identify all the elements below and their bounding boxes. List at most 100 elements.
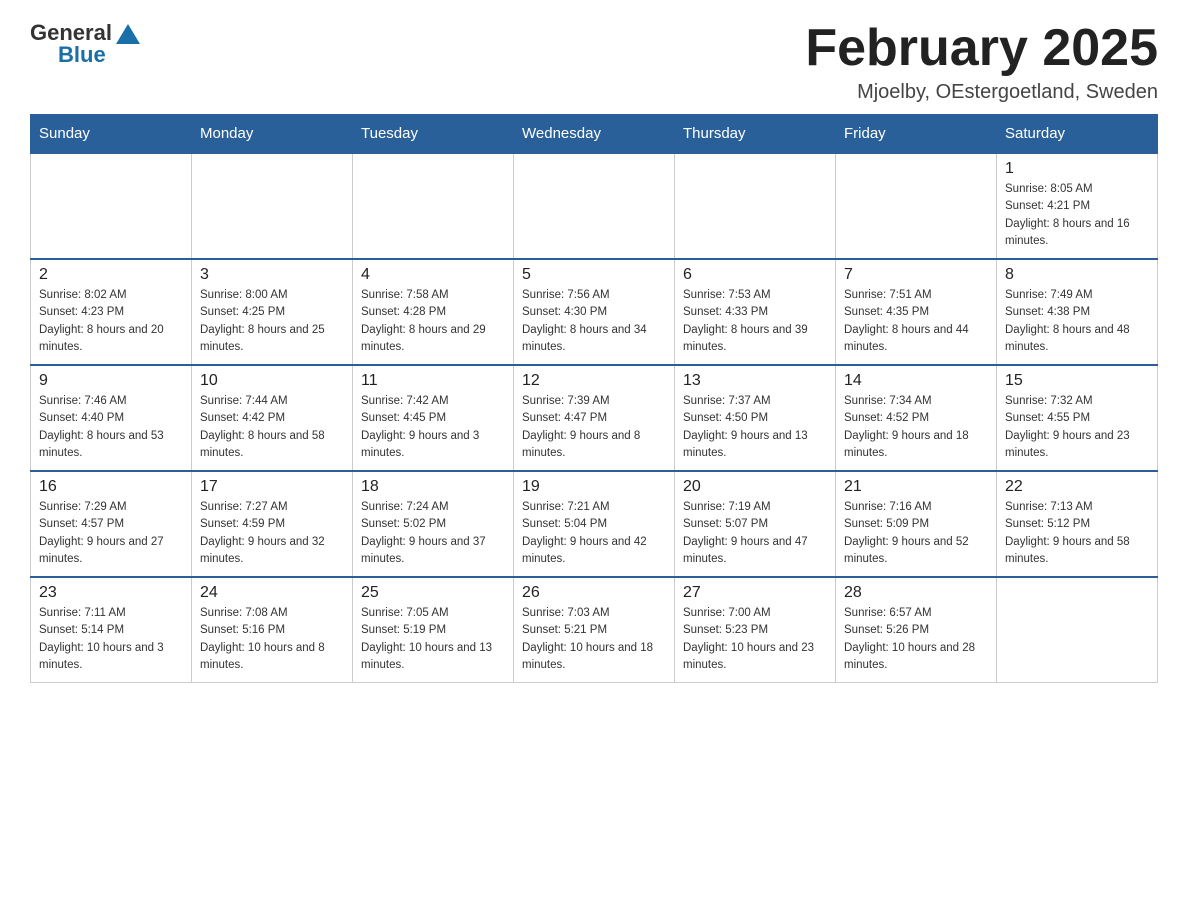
day-number: 9 <box>39 372 183 390</box>
day-number: 16 <box>39 478 183 496</box>
calendar-cell: 13 Sunrise: 7:37 AM Sunset: 4:50 PM Dayli… <box>675 365 836 471</box>
day-number: 15 <box>1005 372 1149 390</box>
day-number: 28 <box>844 584 988 602</box>
day-info: Sunrise: 7:58 AM Sunset: 4:28 PM Dayligh… <box>361 287 505 356</box>
calendar-cell: 11 Sunrise: 7:42 AM Sunset: 4:45 PM Dayli… <box>353 365 514 471</box>
day-number: 13 <box>683 372 827 390</box>
calendar-cell: 27 Sunrise: 7:00 AM Sunset: 5:23 PM Dayli… <box>675 577 836 683</box>
day-number: 18 <box>361 478 505 496</box>
day-number: 2 <box>39 266 183 284</box>
calendar-cell <box>514 153 675 259</box>
day-info: Sunrise: 7:46 AM Sunset: 4:40 PM Dayligh… <box>39 393 183 462</box>
day-info: Sunrise: 8:02 AM Sunset: 4:23 PM Dayligh… <box>39 287 183 356</box>
day-info: Sunrise: 7:42 AM Sunset: 4:45 PM Dayligh… <box>361 393 505 462</box>
day-info: Sunrise: 7:37 AM Sunset: 4:50 PM Dayligh… <box>683 393 827 462</box>
calendar-cell <box>675 153 836 259</box>
day-number: 3 <box>200 266 344 284</box>
calendar-cell: 21 Sunrise: 7:16 AM Sunset: 5:09 PM Dayli… <box>836 471 997 577</box>
calendar-header-friday: Friday <box>836 115 997 154</box>
day-info: Sunrise: 8:05 AM Sunset: 4:21 PM Dayligh… <box>1005 181 1149 250</box>
calendar-cell: 16 Sunrise: 7:29 AM Sunset: 4:57 PM Dayli… <box>31 471 192 577</box>
calendar-cell: 17Sunrise: 7:27 AM Sunset: 4:59 PM Dayli… <box>192 471 353 577</box>
day-number: 19 <box>522 478 666 496</box>
day-info: Sunrise: 7:19 AM Sunset: 5:07 PM Dayligh… <box>683 499 827 568</box>
calendar-cell: 3Sunrise: 8:00 AM Sunset: 4:25 PM Daylig… <box>192 259 353 365</box>
calendar-cell <box>836 153 997 259</box>
day-info: Sunrise: 6:57 AM Sunset: 5:26 PM Dayligh… <box>844 605 988 674</box>
calendar-header-tuesday: Tuesday <box>353 115 514 154</box>
calendar-week-row: 23 Sunrise: 7:11 AM Sunset: 5:14 PM Dayli… <box>31 577 1158 683</box>
calendar-week-row: 16 Sunrise: 7:29 AM Sunset: 4:57 PM Dayli… <box>31 471 1158 577</box>
day-number: 27 <box>683 584 827 602</box>
day-info: Sunrise: 7:03 AM Sunset: 5:21 PM Dayligh… <box>522 605 666 674</box>
calendar-week-row: 2 Sunrise: 8:02 AM Sunset: 4:23 PM Daylig… <box>31 259 1158 365</box>
day-info: Sunrise: 7:16 AM Sunset: 5:09 PM Dayligh… <box>844 499 988 568</box>
day-info: Sunrise: 7:29 AM Sunset: 4:57 PM Dayligh… <box>39 499 183 568</box>
day-number: 6 <box>683 266 827 284</box>
day-info: Sunrise: 7:34 AM Sunset: 4:52 PM Dayligh… <box>844 393 988 462</box>
day-number: 1 <box>1005 160 1149 178</box>
calendar-cell: 20 Sunrise: 7:19 AM Sunset: 5:07 PM Dayli… <box>675 471 836 577</box>
day-number: 22 <box>1005 478 1149 496</box>
calendar-cell <box>31 153 192 259</box>
day-info: Sunrise: 7:44 AM Sunset: 4:42 PM Dayligh… <box>200 393 344 462</box>
month-title: February 2025 <box>805 20 1158 77</box>
logo-triangle-icon <box>116 24 140 44</box>
day-info: Sunrise: 7:00 AM Sunset: 5:23 PM Dayligh… <box>683 605 827 674</box>
logo: General Blue <box>30 20 140 68</box>
calendar-cell: 6 Sunrise: 7:53 AM Sunset: 4:33 PM Daylig… <box>675 259 836 365</box>
calendar-cell <box>353 153 514 259</box>
calendar-cell: 19 Sunrise: 7:21 AM Sunset: 5:04 PM Dayli… <box>514 471 675 577</box>
calendar-header-wednesday: Wednesday <box>514 115 675 154</box>
calendar-week-row: 9 Sunrise: 7:46 AM Sunset: 4:40 PM Daylig… <box>31 365 1158 471</box>
calendar-cell: 4 Sunrise: 7:58 AM Sunset: 4:28 PM Daylig… <box>353 259 514 365</box>
calendar-cell: 5 Sunrise: 7:56 AM Sunset: 4:30 PM Daylig… <box>514 259 675 365</box>
calendar-cell: 25 Sunrise: 7:05 AM Sunset: 5:19 PM Dayli… <box>353 577 514 683</box>
day-info: Sunrise: 7:49 AM Sunset: 4:38 PM Dayligh… <box>1005 287 1149 356</box>
day-number: 12 <box>522 372 666 390</box>
day-info: Sunrise: 7:32 AM Sunset: 4:55 PM Dayligh… <box>1005 393 1149 462</box>
page-header: General Blue February 2025 Mjoelby, OEst… <box>30 20 1158 104</box>
day-info: Sunrise: 7:56 AM Sunset: 4:30 PM Dayligh… <box>522 287 666 356</box>
day-number: 11 <box>361 372 505 390</box>
day-number: 7 <box>844 266 988 284</box>
calendar-cell: 1 Sunrise: 8:05 AM Sunset: 4:21 PM Daylig… <box>997 153 1158 259</box>
day-number: 23 <box>39 584 183 602</box>
day-info: Sunrise: 7:11 AM Sunset: 5:14 PM Dayligh… <box>39 605 183 674</box>
calendar-cell: 14 Sunrise: 7:34 AM Sunset: 4:52 PM Dayli… <box>836 365 997 471</box>
calendar-cell: 28 Sunrise: 6:57 AM Sunset: 5:26 PM Dayli… <box>836 577 997 683</box>
calendar-header-saturday: Saturday <box>997 115 1158 154</box>
calendar-cell: 15 Sunrise: 7:32 AM Sunset: 4:55 PM Dayli… <box>997 365 1158 471</box>
day-number: 14 <box>844 372 988 390</box>
calendar-cell: 23 Sunrise: 7:11 AM Sunset: 5:14 PM Dayli… <box>31 577 192 683</box>
calendar-cell <box>192 153 353 259</box>
day-number: 8 <box>1005 266 1149 284</box>
day-info: Sunrise: 7:21 AM Sunset: 5:04 PM Dayligh… <box>522 499 666 568</box>
calendar-cell: 22 Sunrise: 7:13 AM Sunset: 5:12 PM Dayli… <box>997 471 1158 577</box>
calendar-cell: 24Sunrise: 7:08 AM Sunset: 5:16 PM Dayli… <box>192 577 353 683</box>
day-info: Sunrise: 7:53 AM Sunset: 4:33 PM Dayligh… <box>683 287 827 356</box>
calendar-cell: 2 Sunrise: 8:02 AM Sunset: 4:23 PM Daylig… <box>31 259 192 365</box>
calendar-cell <box>997 577 1158 683</box>
calendar-cell: 12 Sunrise: 7:39 AM Sunset: 4:47 PM Dayli… <box>514 365 675 471</box>
title-section: February 2025 Mjoelby, OEstergoetland, S… <box>805 20 1158 104</box>
day-info: Sunrise: 7:39 AM Sunset: 4:47 PM Dayligh… <box>522 393 666 462</box>
day-number: 21 <box>844 478 988 496</box>
calendar-table: SundayMondayTuesdayWednesdayThursdayFrid… <box>30 114 1158 683</box>
day-number: 26 <box>522 584 666 602</box>
day-number: 25 <box>361 584 505 602</box>
day-number: 20 <box>683 478 827 496</box>
calendar-header-sunday: Sunday <box>31 115 192 154</box>
day-number: 4 <box>361 266 505 284</box>
location: Mjoelby, OEstergoetland, Sweden <box>805 81 1158 104</box>
day-info: Sunrise: 7:05 AM Sunset: 5:19 PM Dayligh… <box>361 605 505 674</box>
day-number: 10 <box>200 372 344 390</box>
day-number: 5 <box>522 266 666 284</box>
calendar-header-row: SundayMondayTuesdayWednesdayThursdayFrid… <box>31 115 1158 154</box>
calendar-cell: 26 Sunrise: 7:03 AM Sunset: 5:21 PM Dayli… <box>514 577 675 683</box>
calendar-cell: 9 Sunrise: 7:46 AM Sunset: 4:40 PM Daylig… <box>31 365 192 471</box>
day-info: Sunrise: 7:13 AM Sunset: 5:12 PM Dayligh… <box>1005 499 1149 568</box>
day-info: Sunrise: 7:27 AM Sunset: 4:59 PM Dayligh… <box>200 499 344 568</box>
day-info: Sunrise: 7:51 AM Sunset: 4:35 PM Dayligh… <box>844 287 988 356</box>
calendar-cell: 7 Sunrise: 7:51 AM Sunset: 4:35 PM Daylig… <box>836 259 997 365</box>
